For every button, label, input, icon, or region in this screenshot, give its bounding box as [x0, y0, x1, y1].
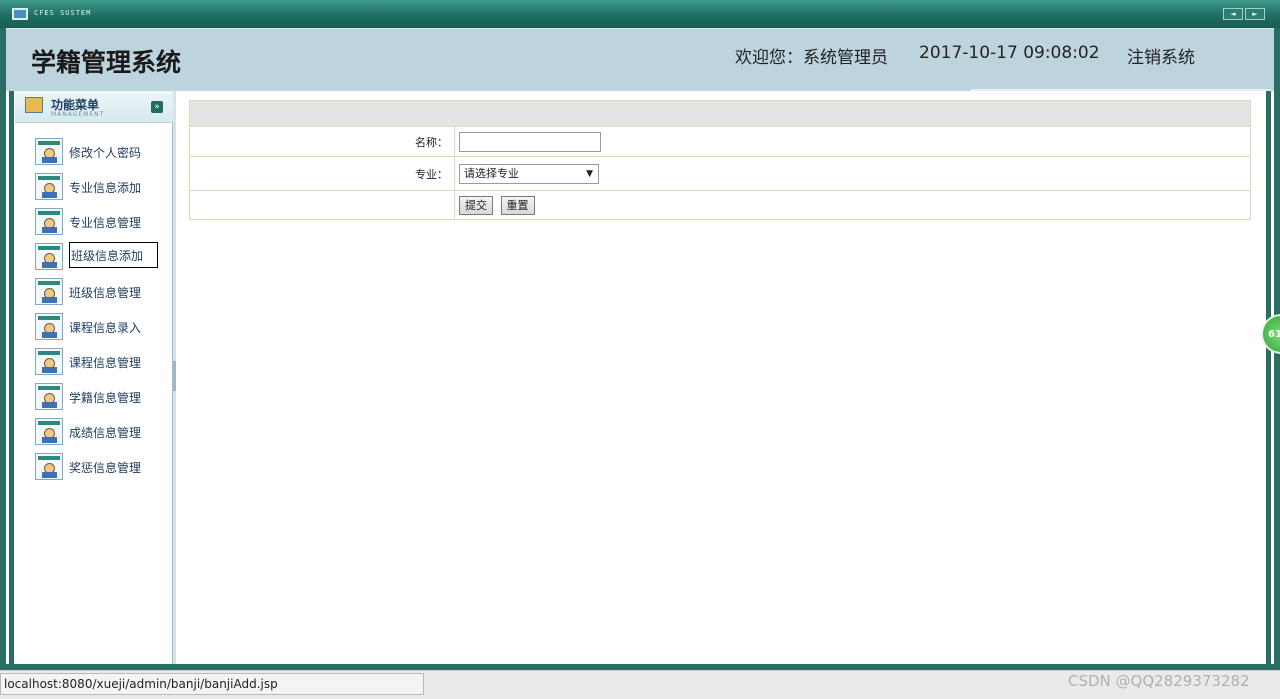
status-url: localhost:8080/xueji/admin/banji/banjiAd… [0, 673, 424, 695]
sidebar-item-label: 专业信息管理 [69, 216, 142, 230]
user-card-icon [35, 418, 63, 445]
menu-header: 功能菜单 MANAGEMENT » [15, 91, 173, 123]
form-header-cell [189, 100, 1251, 127]
sidebar-item-reward-manage[interactable]: 奖惩信息管理 [35, 453, 171, 481]
form-row-major: 专业： 请选择专业 ▼ [189, 156, 1251, 191]
actions-spacer [189, 190, 455, 220]
sidebar-item-major-manage[interactable]: 专业信息管理 [35, 208, 171, 236]
name-label: 名称： [189, 126, 455, 157]
current-datetime: 2017-10-17 09:08:02 [919, 43, 1100, 63]
sidebar-item-class-add[interactable]: 班级信息添加 [35, 242, 171, 271]
sidebar-item-label: 专业信息添加 [69, 181, 142, 195]
user-card-icon [35, 138, 63, 165]
double-chevron-down-icon[interactable]: » [151, 101, 163, 113]
menu-folder-icon [25, 97, 43, 113]
form-row-name: 名称： [189, 126, 1251, 157]
dropdown-arrow-icon: ▼ [586, 168, 593, 179]
reset-button[interactable]: 重置 [500, 195, 535, 215]
submit-button[interactable]: 提交 [459, 195, 493, 215]
user-card-icon [35, 348, 63, 375]
user-card-icon [35, 278, 63, 305]
class-add-form: 名称： 专业： 请选择专业 ▼ 提交 重置 [189, 100, 1251, 220]
sidebar-item-course-manage[interactable]: 课程信息管理 [35, 348, 171, 376]
form-row-actions: 提交 重置 [189, 190, 1251, 220]
sidebar-item-label: 学籍信息管理 [69, 391, 142, 405]
frame-border-left [0, 28, 6, 668]
user-card-icon [35, 173, 63, 200]
name-field-cell [454, 126, 1251, 157]
sidebar-item-label: 课程信息录入 [69, 321, 142, 335]
sidebar-item-label: 课程信息管理 [69, 356, 142, 370]
major-select[interactable]: 请选择专业 ▼ [459, 163, 599, 184]
major-select-value: 请选择专业 [464, 166, 519, 180]
system-name: CFES SUSTEM [34, 9, 92, 17]
sidebar-item-course-add[interactable]: 课程信息录入 [35, 313, 171, 341]
form-header-row [189, 100, 1251, 127]
actions-cell: 提交 重置 [454, 190, 1251, 220]
sidebar-item-label: 修改个人密码 [69, 146, 142, 160]
app-title: 学籍管理系统 [31, 48, 182, 77]
major-label: 专业： [189, 156, 455, 191]
major-field-cell: 请选择专业 ▼ [454, 156, 1251, 191]
welcome-text: 欢迎您：系统管理员 [735, 48, 888, 68]
logout-link[interactable]: 注销系统 [1127, 43, 1195, 68]
sidebar: 功能菜单 MANAGEMENT » 修改个人密码 专业信息添加 专业信息管理 班… [15, 91, 173, 664]
title-bar: CFES SUSTEM ◄ ► [0, 0, 1280, 28]
sidebar-item-class-manage[interactable]: 班级信息管理 [35, 278, 171, 306]
user-card-icon [35, 243, 63, 270]
user-card-icon [35, 453, 63, 480]
sidebar-item-major-add[interactable]: 专业信息添加 [35, 173, 171, 201]
user-card-icon [35, 313, 63, 340]
main-content: 名称： 专业： 请选择专业 ▼ 提交 重置 [176, 91, 1266, 664]
sidebar-item-status-manage[interactable]: 学籍信息管理 [35, 383, 171, 411]
sidebar-item-change-password[interactable]: 修改个人密码 [35, 138, 171, 166]
sidebar-item-label: 奖惩信息管理 [69, 461, 142, 475]
frame-border-right-inner [1266, 91, 1271, 668]
watermark: CSDN @QQ2829373282 [1068, 672, 1250, 690]
name-input[interactable] [459, 131, 601, 152]
sidebar-item-label: 班级信息管理 [69, 286, 142, 300]
sidebar-item-grade-manage[interactable]: 成绩信息管理 [35, 418, 171, 446]
nav-next-button[interactable]: ► [1245, 8, 1265, 20]
user-card-icon [35, 208, 63, 235]
sidebar-item-label: 成绩信息管理 [69, 426, 142, 440]
header-banner: 学籍管理系统 欢迎您：系统管理员 2017-10-17 09:08:02 注销系… [6, 28, 1274, 91]
user-card-icon [35, 383, 63, 410]
frame-border-left-inner [9, 91, 14, 668]
sidebar-item-label: 班级信息添加 [69, 242, 158, 268]
monitor-icon [12, 8, 28, 20]
menu-subtitle: MANAGEMENT [51, 111, 105, 118]
nav-prev-button[interactable]: ◄ [1223, 8, 1243, 20]
